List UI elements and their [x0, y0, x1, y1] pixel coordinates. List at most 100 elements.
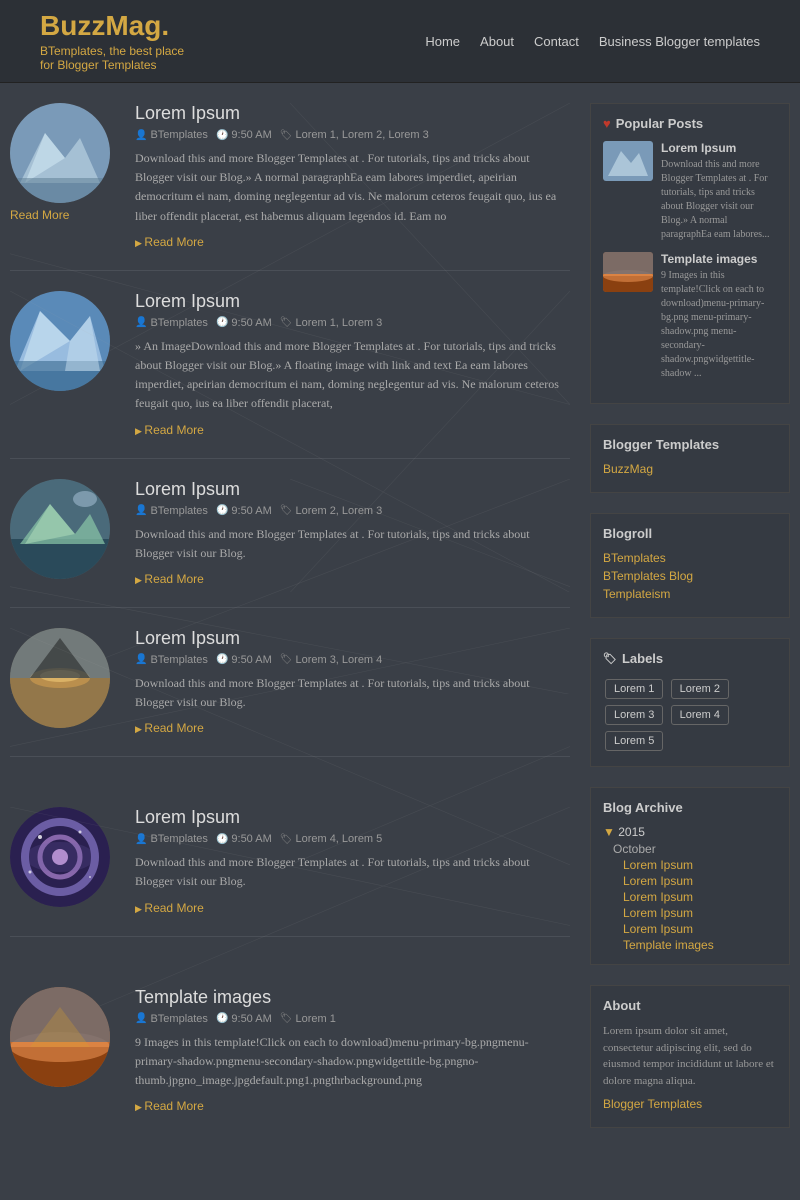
popular-post-text: Lorem Ipsum Download this and more Blogg… — [661, 141, 777, 242]
popular-post-title-link[interactable]: Template images — [661, 252, 777, 266]
post-item: Lorem Ipsum 👤 BTemplates 🕐 9:50 AM 🏷 Lor… — [10, 807, 570, 936]
blogroll-link[interactable]: Templateism — [603, 587, 777, 601]
blogger-templates-title: Blogger Templates — [603, 437, 777, 452]
blogger-templates-label: Blogger Templates — [603, 437, 719, 452]
read-more-link[interactable]: Read More — [135, 901, 204, 915]
post-author: BTemplates — [150, 129, 207, 141]
logo-dot: . — [161, 10, 169, 41]
post-time: 9:50 AM — [231, 505, 271, 517]
post-author: BTemplates — [150, 317, 207, 329]
post-time: 9:50 AM — [231, 317, 271, 329]
blogroll-link[interactable]: BTemplates Blog — [603, 569, 777, 583]
post-time-meta: 🕐 9:50 AM — [216, 1013, 272, 1025]
blog-archive-section: Blog Archive ▼ 2015 October Lorem Ipsum … — [590, 787, 790, 965]
label-tag[interactable]: Lorem 2 — [671, 679, 729, 699]
post-time: 9:50 AM — [231, 833, 271, 845]
post-image — [10, 291, 110, 391]
archive-title: Blog Archive — [603, 800, 777, 815]
label-tag[interactable]: Lorem 4 — [671, 705, 729, 725]
post-image — [10, 103, 110, 203]
post-image-wrap — [10, 479, 120, 587]
nav-about[interactable]: About — [480, 34, 514, 49]
archive-month: October — [603, 842, 777, 856]
read-more-link[interactable]: Read More — [135, 423, 204, 437]
post-image-wrap — [10, 807, 120, 915]
read-more-below-link[interactable]: Read More — [10, 208, 120, 222]
clock-icon: 🕐 — [216, 505, 228, 516]
blogger-templates-section: Blogger Templates BuzzMag — [590, 424, 790, 493]
about-label: About — [603, 998, 641, 1013]
blogroll-label: Blogroll — [603, 526, 652, 541]
read-more-link[interactable]: Read More — [135, 721, 204, 735]
nav-business-templates[interactable]: Business Blogger templates — [599, 34, 760, 49]
archive-item-link[interactable]: Lorem Ipsum — [603, 858, 777, 872]
post-image-wrap — [10, 291, 120, 438]
post-meta: 👤 BTemplates 🕐 9:50 AM 🏷 Lorem 1 — [135, 1013, 570, 1025]
label-tag[interactable]: Lorem 1 — [605, 679, 663, 699]
label-tag[interactable]: Lorem 5 — [605, 731, 663, 751]
blogroll-link[interactable]: BTemplates — [603, 551, 777, 565]
main-nav: Home About Contact Business Blogger temp… — [425, 34, 760, 49]
post-author-meta: 👤 BTemplates — [135, 129, 208, 141]
about-link[interactable]: Blogger Templates — [603, 1097, 777, 1111]
nav-home[interactable]: Home — [425, 34, 460, 49]
post-tags-meta: 🏷 Lorem 1 — [280, 1013, 336, 1025]
archive-item-link[interactable]: Lorem Ipsum — [603, 906, 777, 920]
tag-icon: 🏷 — [280, 317, 293, 328]
user-icon: 👤 — [135, 834, 147, 845]
archive-year-toggle[interactable]: ▼ — [603, 825, 615, 839]
read-more-link[interactable]: Read More — [135, 235, 204, 249]
post-item: Lorem Ipsum 👤 BTemplates 🕐 9:50 AM 🏷 Lor… — [10, 628, 570, 757]
post-author-meta: 👤 BTemplates — [135, 654, 208, 666]
read-more-link[interactable]: Read More — [135, 572, 204, 586]
read-more-link[interactable]: Read More — [135, 1099, 204, 1113]
logo-title: BuzzMag. — [40, 10, 184, 42]
post-title: Lorem Ipsum — [135, 103, 570, 124]
popular-post-title-link[interactable]: Lorem Ipsum — [661, 141, 777, 155]
about-title: About — [603, 998, 777, 1013]
about-text: Lorem ipsum dolor sit amet, consectetur … — [603, 1023, 777, 1089]
about-section: About Lorem ipsum dolor sit amet, consec… — [590, 985, 790, 1128]
post-excerpt: Download this and more Blogger Templates… — [135, 853, 570, 891]
labels-title: 🏷 Labels — [603, 651, 777, 666]
nav-contact[interactable]: Contact — [534, 34, 579, 49]
user-icon: 👤 — [135, 505, 147, 516]
post-meta: 👤 BTemplates 🕐 9:50 AM 🏷 Lorem 2, Lorem … — [135, 505, 570, 517]
post-image-wrap: Read More — [10, 103, 120, 250]
post-author: BTemplates — [150, 505, 207, 517]
post-time: 9:50 AM — [231, 1013, 271, 1025]
post-image — [10, 479, 110, 579]
archive-item-link[interactable]: Lorem Ipsum — [603, 890, 777, 904]
archive-year: ▼ 2015 — [603, 825, 777, 839]
archive-item-link[interactable]: Template images — [603, 938, 777, 952]
archive-item-link[interactable]: Lorem Ipsum — [603, 922, 777, 936]
post-author-meta: 👤 BTemplates — [135, 1013, 208, 1025]
post-body: Lorem Ipsum 👤 BTemplates 🕐 9:50 AM 🏷 Lor… — [135, 103, 570, 250]
post-item: Lorem Ipsum 👤 BTemplates 🕐 9:50 AM 🏷 Lor… — [10, 479, 570, 608]
popular-posts-title: ♥ Popular Posts — [603, 116, 777, 131]
post-tags-meta: 🏷 Lorem 1, Lorem 2, Lorem 3 — [280, 129, 429, 141]
post-item: Lorem Ipsum 👤 BTemplates 🕐 9:50 AM 🏷 Lor… — [10, 291, 570, 459]
logo-area: BuzzMag. BTemplates, the best place for … — [40, 10, 184, 72]
post-time-meta: 🕐 9:50 AM — [216, 129, 272, 141]
logo-sub-line1: BTemplates, the best place — [40, 44, 184, 58]
archive-item-link[interactable]: Lorem Ipsum — [603, 874, 777, 888]
blogger-templates-link[interactable]: BuzzMag — [603, 462, 777, 476]
post-item: Read More Lorem Ipsum 👤 BTemplates 🕐 9:5… — [10, 103, 570, 271]
post-tags: Lorem 1, Lorem 2, Lorem 3 — [295, 129, 428, 141]
label-tag[interactable]: Lorem 3 — [605, 705, 663, 725]
tag-icon: 🏷 — [280, 1013, 293, 1024]
post-image — [10, 987, 110, 1087]
popular-posts-section: ♥ Popular Posts Lorem Ipsum Download thi… — [590, 103, 790, 404]
post-meta: 👤 BTemplates 🕐 9:50 AM 🏷 Lorem 1, Lorem … — [135, 129, 570, 141]
archive-year-label: 2015 — [618, 825, 645, 839]
popular-post-item: Lorem Ipsum Download this and more Blogg… — [603, 141, 777, 242]
post-title: Lorem Ipsum — [135, 479, 570, 500]
user-icon: 👤 — [135, 1013, 147, 1024]
popular-posts-label: Popular Posts — [616, 116, 703, 131]
labels-container: Lorem 1 Lorem 2 Lorem 3 Lorem 4 Lorem 5 — [603, 676, 777, 754]
header: BuzzMag. BTemplates, the best place for … — [0, 0, 800, 83]
post-tags-meta: 🏷 Lorem 2, Lorem 3 — [280, 505, 383, 517]
post-author-meta: 👤 BTemplates — [135, 317, 208, 329]
sidebar: ♥ Popular Posts Lorem Ipsum Download thi… — [590, 103, 790, 1154]
